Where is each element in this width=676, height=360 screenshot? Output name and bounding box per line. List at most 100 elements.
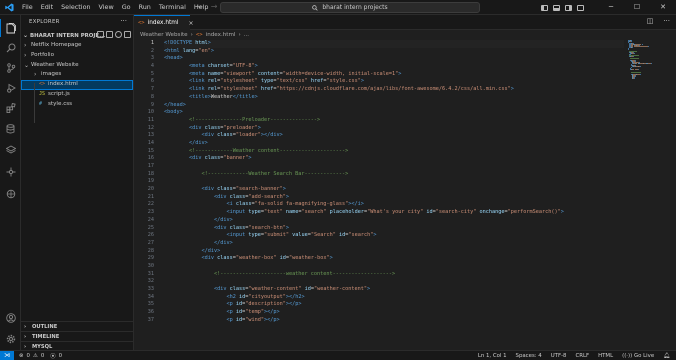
code-line[interactable]: </head> <box>164 102 624 110</box>
menu-run[interactable]: Run <box>135 0 155 15</box>
menu-view[interactable]: View <box>95 0 118 15</box>
outline-section[interactable]: › OUTLINE <box>21 321 134 331</box>
code-line[interactable]: <div class="preloader"> <box>164 125 624 133</box>
menu-terminal[interactable]: Terminal <box>155 0 190 15</box>
code-line[interactable]: <div class="banner"> <box>164 155 624 163</box>
menu-go[interactable]: Go <box>118 0 135 15</box>
toggle-primary-sidebar-icon[interactable] <box>541 4 548 11</box>
code-line[interactable]: <link rel="stylesheet" type="text/css" h… <box>164 78 624 86</box>
code-line[interactable] <box>164 178 624 186</box>
breadcrumb-folder[interactable]: Weather Website <box>140 30 188 40</box>
tree-item-script-js[interactable]: JS script.js <box>21 90 133 100</box>
code-line[interactable]: <input type="submit" value="Search" id="… <box>164 232 624 240</box>
code-line[interactable]: <div class="search-btn"> <box>164 225 624 233</box>
split-editor-icon[interactable]: ◫ <box>647 17 654 25</box>
tree-item-netflix-homepage[interactable]: › Netflix Homepage <box>21 41 133 51</box>
tree-item-images[interactable]: › images <box>21 70 133 80</box>
notifications-bell-icon[interactable]: 🔔︎ <box>663 353 670 359</box>
refresh-icon[interactable] <box>115 31 122 38</box>
code-line[interactable]: <!---------------------weather content--… <box>164 271 624 279</box>
code-line[interactable]: <!---------------Preloader--------------… <box>164 117 624 125</box>
code-line[interactable]: <h2 id="cityoutput"></h2> <box>164 294 624 302</box>
project-root-folder[interactable]: ⌄ BHARAT INTERN PROJE... <box>21 30 133 41</box>
code-line[interactable]: <p id="wind"></p> <box>164 317 624 325</box>
end-of-line[interactable]: CRLF <box>575 353 589 359</box>
remote-explorer-icon[interactable] <box>0 185 21 203</box>
code-line[interactable]: <i class="fa-solid fa-magnifying-glass">… <box>164 201 624 209</box>
code-line[interactable]: <!------------Weather content-----------… <box>164 148 624 156</box>
collapse-all-icon[interactable] <box>124 31 131 38</box>
code-line[interactable]: <div class="add-search"> <box>164 194 624 202</box>
close-window-button[interactable]: ✕ <box>650 0 676 15</box>
extensions-icon[interactable] <box>0 99 21 117</box>
code-line[interactable]: <div class="loader"></div> <box>164 132 624 140</box>
code-line[interactable] <box>164 278 624 286</box>
git-graph-icon[interactable] <box>0 163 21 181</box>
code-line[interactable]: <input type="text" name="search" placeho… <box>164 209 624 217</box>
database-icon[interactable] <box>0 120 21 138</box>
forward-arrow-icon[interactable]: → <box>211 2 218 11</box>
tree-item-weather-website[interactable]: ⌄ Weather Website <box>21 61 133 71</box>
new-file-icon[interactable] <box>97 31 104 38</box>
language-mode[interactable]: HTML <box>598 353 613 359</box>
account-icon[interactable] <box>0 309 21 327</box>
breadcrumb-more[interactable]: ... <box>244 30 249 40</box>
go-live-button[interactable]: ((·)) Go Live <box>622 353 654 359</box>
menu-selection[interactable]: Selection <box>57 0 94 15</box>
timeline-section[interactable]: › TIMELINE <box>21 331 134 341</box>
code-line[interactable]: <div class="weather-content" id="weather… <box>164 286 624 294</box>
code-lines[interactable]: <!DOCTYPE html> <html lang="en"> <head> <m… <box>164 40 624 324</box>
tab-index-html[interactable]: <> index.html × <box>134 15 194 30</box>
layers-icon[interactable] <box>0 141 21 159</box>
more-actions-icon[interactable]: ··· <box>120 15 127 28</box>
toggle-secondary-sidebar-icon[interactable] <box>565 4 572 11</box>
code-line[interactable]: <html lang="en"> <box>164 48 624 56</box>
code-line[interactable]: <!-------------Weather Search Bar-------… <box>164 171 624 179</box>
customize-layout-icon[interactable] <box>577 4 584 11</box>
code-line[interactable]: <!DOCTYPE html> <box>164 40 624 48</box>
tree-item-index-html[interactable]: <> index.html <box>21 80 133 90</box>
remote-indicator-icon[interactable]: ⋊ <box>0 350 14 360</box>
tree-item-style-css[interactable]: # style.css <box>21 100 133 110</box>
code-line[interactable]: <head> <box>164 55 624 63</box>
code-line[interactable]: </div> <box>164 240 624 248</box>
more-actions-icon[interactable]: ··· <box>663 17 670 25</box>
vertical-scrollbar[interactable] <box>670 40 676 350</box>
problems-indicator[interactable]: ⊗ 0 ⚠ 0 ⦿ 0 <box>14 352 62 360</box>
encoding[interactable]: UTF-8 <box>551 353 567 359</box>
code-line[interactable] <box>164 163 624 171</box>
tree-item-portfolio[interactable]: › Portfolio <box>21 51 133 61</box>
code-line[interactable]: <p id="description"></p> <box>164 301 624 309</box>
code-line[interactable]: </div> <box>164 217 624 225</box>
cursor-position[interactable]: Ln 1, Col 1 <box>478 353 507 359</box>
new-folder-icon[interactable] <box>106 31 113 38</box>
code-line[interactable]: <title>Weather</title> <box>164 94 624 102</box>
code-line[interactable]: <div class="weather-box" id="weather-box… <box>164 255 624 263</box>
maximize-button[interactable]: ☐ <box>624 0 650 15</box>
settings-gear-icon[interactable] <box>0 330 21 348</box>
close-tab-icon[interactable]: × <box>189 20 194 27</box>
breadcrumb-file[interactable]: index.html <box>206 30 236 40</box>
command-center-search[interactable]: bharat intern projects <box>220 2 480 13</box>
source-control-icon[interactable] <box>0 59 21 77</box>
code-line[interactable]: <p id="temp"></p> <box>164 309 624 317</box>
minimap[interactable] <box>628 40 670 80</box>
menu-edit[interactable]: Edit <box>37 0 57 15</box>
explorer-icon[interactable] <box>0 19 21 37</box>
code-line[interactable]: <link rel="stylesheet" href="https://cdn… <box>164 86 624 94</box>
code-line[interactable]: <body> <box>164 109 624 117</box>
menu-file[interactable]: File <box>18 0 37 15</box>
code-line[interactable]: </div> <box>164 140 624 148</box>
code-line[interactable] <box>164 263 624 271</box>
code-line[interactable]: <meta charset="UTF-8"> <box>164 63 624 71</box>
run-debug-icon[interactable] <box>0 79 21 97</box>
code-line[interactable]: <div class="search-banner"> <box>164 186 624 194</box>
toggle-panel-icon[interactable] <box>553 4 560 11</box>
minimize-button[interactable]: ─ <box>598 0 624 15</box>
back-arrow-icon[interactable]: ← <box>196 2 203 11</box>
code-line[interactable]: </div> <box>164 248 624 256</box>
code-line[interactable]: <meta name="viewport" content="width=dev… <box>164 71 624 79</box>
indentation[interactable]: Spaces: 4 <box>516 353 542 359</box>
search-icon[interactable] <box>0 39 21 57</box>
code-editor[interactable]: 1 2 3 4 5 6 7 8 9 10 11 12 13 14 15 16 17 18 19 20 21 22 23 24 2… <box>134 40 628 350</box>
